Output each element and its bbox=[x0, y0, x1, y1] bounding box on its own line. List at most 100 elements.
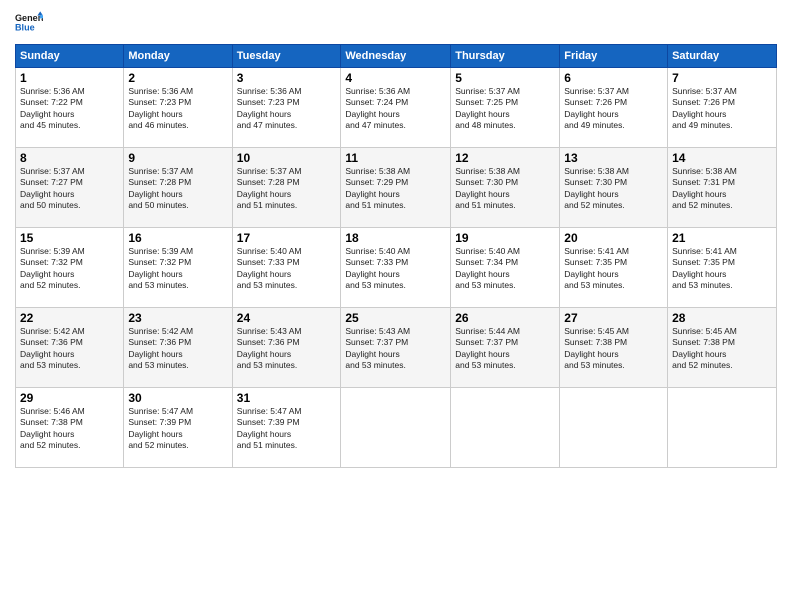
logo-icon: General Blue bbox=[15, 10, 43, 38]
day-number: 26 bbox=[455, 311, 555, 325]
day-detail: Sunrise: 5:37 AMSunset: 7:26 PMDaylight … bbox=[672, 86, 737, 130]
calendar-cell: 26 Sunrise: 5:44 AMSunset: 7:37 PMDaylig… bbox=[451, 308, 560, 388]
day-detail: Sunrise: 5:39 AMSunset: 7:32 PMDaylight … bbox=[20, 246, 85, 290]
day-number: 13 bbox=[564, 151, 663, 165]
calendar-cell: 18 Sunrise: 5:40 AMSunset: 7:33 PMDaylig… bbox=[341, 228, 451, 308]
day-number: 31 bbox=[237, 391, 337, 405]
day-detail: Sunrise: 5:36 AMSunset: 7:23 PMDaylight … bbox=[237, 86, 302, 130]
day-detail: Sunrise: 5:45 AMSunset: 7:38 PMDaylight … bbox=[564, 326, 629, 370]
weekday-header-monday: Monday bbox=[124, 45, 232, 68]
weekday-header-tuesday: Tuesday bbox=[232, 45, 341, 68]
day-detail: Sunrise: 5:37 AMSunset: 7:25 PMDaylight … bbox=[455, 86, 520, 130]
day-number: 6 bbox=[564, 71, 663, 85]
day-detail: Sunrise: 5:47 AMSunset: 7:39 PMDaylight … bbox=[237, 406, 302, 450]
day-number: 10 bbox=[237, 151, 337, 165]
day-number: 11 bbox=[345, 151, 446, 165]
day-number: 30 bbox=[128, 391, 227, 405]
weekday-header-wednesday: Wednesday bbox=[341, 45, 451, 68]
weekday-header-saturday: Saturday bbox=[668, 45, 777, 68]
day-detail: Sunrise: 5:43 AMSunset: 7:37 PMDaylight … bbox=[345, 326, 410, 370]
calendar-cell: 3 Sunrise: 5:36 AMSunset: 7:23 PMDayligh… bbox=[232, 68, 341, 148]
day-detail: Sunrise: 5:42 AMSunset: 7:36 PMDaylight … bbox=[20, 326, 85, 370]
weekday-header-sunday: Sunday bbox=[16, 45, 124, 68]
day-detail: Sunrise: 5:37 AMSunset: 7:26 PMDaylight … bbox=[564, 86, 629, 130]
calendar-cell: 22 Sunrise: 5:42 AMSunset: 7:36 PMDaylig… bbox=[16, 308, 124, 388]
day-detail: Sunrise: 5:45 AMSunset: 7:38 PMDaylight … bbox=[672, 326, 737, 370]
calendar-cell: 21 Sunrise: 5:41 AMSunset: 7:35 PMDaylig… bbox=[668, 228, 777, 308]
day-number: 3 bbox=[237, 71, 337, 85]
week-row-4: 22 Sunrise: 5:42 AMSunset: 7:36 PMDaylig… bbox=[16, 308, 777, 388]
day-number: 25 bbox=[345, 311, 446, 325]
calendar-cell: 17 Sunrise: 5:40 AMSunset: 7:33 PMDaylig… bbox=[232, 228, 341, 308]
calendar-cell: 29 Sunrise: 5:46 AMSunset: 7:38 PMDaylig… bbox=[16, 388, 124, 468]
calendar-cell: 25 Sunrise: 5:43 AMSunset: 7:37 PMDaylig… bbox=[341, 308, 451, 388]
calendar-cell: 1 Sunrise: 5:36 AMSunset: 7:22 PMDayligh… bbox=[16, 68, 124, 148]
day-detail: Sunrise: 5:40 AMSunset: 7:34 PMDaylight … bbox=[455, 246, 520, 290]
day-number: 27 bbox=[564, 311, 663, 325]
day-number: 1 bbox=[20, 71, 119, 85]
calendar-cell: 16 Sunrise: 5:39 AMSunset: 7:32 PMDaylig… bbox=[124, 228, 232, 308]
day-number: 18 bbox=[345, 231, 446, 245]
day-detail: Sunrise: 5:41 AMSunset: 7:35 PMDaylight … bbox=[564, 246, 629, 290]
day-detail: Sunrise: 5:46 AMSunset: 7:38 PMDaylight … bbox=[20, 406, 85, 450]
calendar-cell: 8 Sunrise: 5:37 AMSunset: 7:27 PMDayligh… bbox=[16, 148, 124, 228]
day-detail: Sunrise: 5:36 AMSunset: 7:23 PMDaylight … bbox=[128, 86, 193, 130]
day-number: 28 bbox=[672, 311, 772, 325]
day-number: 9 bbox=[128, 151, 227, 165]
calendar-cell: 7 Sunrise: 5:37 AMSunset: 7:26 PMDayligh… bbox=[668, 68, 777, 148]
day-detail: Sunrise: 5:37 AMSunset: 7:28 PMDaylight … bbox=[237, 166, 302, 210]
day-detail: Sunrise: 5:38 AMSunset: 7:30 PMDaylight … bbox=[455, 166, 520, 210]
day-detail: Sunrise: 5:40 AMSunset: 7:33 PMDaylight … bbox=[237, 246, 302, 290]
day-detail: Sunrise: 5:36 AMSunset: 7:24 PMDaylight … bbox=[345, 86, 410, 130]
day-detail: Sunrise: 5:42 AMSunset: 7:36 PMDaylight … bbox=[128, 326, 193, 370]
calendar-table: SundayMondayTuesdayWednesdayThursdayFrid… bbox=[15, 44, 777, 468]
page: General Blue SundayMondayTuesdayWednesda… bbox=[0, 0, 792, 612]
week-row-3: 15 Sunrise: 5:39 AMSunset: 7:32 PMDaylig… bbox=[16, 228, 777, 308]
day-number: 5 bbox=[455, 71, 555, 85]
day-detail: Sunrise: 5:40 AMSunset: 7:33 PMDaylight … bbox=[345, 246, 410, 290]
day-number: 14 bbox=[672, 151, 772, 165]
day-detail: Sunrise: 5:37 AMSunset: 7:27 PMDaylight … bbox=[20, 166, 85, 210]
calendar-cell bbox=[560, 388, 668, 468]
day-detail: Sunrise: 5:41 AMSunset: 7:35 PMDaylight … bbox=[672, 246, 737, 290]
day-detail: Sunrise: 5:38 AMSunset: 7:31 PMDaylight … bbox=[672, 166, 737, 210]
calendar-cell: 12 Sunrise: 5:38 AMSunset: 7:30 PMDaylig… bbox=[451, 148, 560, 228]
day-number: 24 bbox=[237, 311, 337, 325]
day-number: 2 bbox=[128, 71, 227, 85]
calendar-cell: 10 Sunrise: 5:37 AMSunset: 7:28 PMDaylig… bbox=[232, 148, 341, 228]
day-detail: Sunrise: 5:38 AMSunset: 7:30 PMDaylight … bbox=[564, 166, 629, 210]
weekday-header-friday: Friday bbox=[560, 45, 668, 68]
calendar-cell: 2 Sunrise: 5:36 AMSunset: 7:23 PMDayligh… bbox=[124, 68, 232, 148]
day-number: 7 bbox=[672, 71, 772, 85]
logo: General Blue bbox=[15, 10, 43, 38]
week-row-5: 29 Sunrise: 5:46 AMSunset: 7:38 PMDaylig… bbox=[16, 388, 777, 468]
calendar-cell bbox=[341, 388, 451, 468]
day-number: 15 bbox=[20, 231, 119, 245]
calendar-cell: 11 Sunrise: 5:38 AMSunset: 7:29 PMDaylig… bbox=[341, 148, 451, 228]
calendar-cell: 31 Sunrise: 5:47 AMSunset: 7:39 PMDaylig… bbox=[232, 388, 341, 468]
weekday-header-thursday: Thursday bbox=[451, 45, 560, 68]
svg-text:Blue: Blue bbox=[15, 22, 35, 32]
calendar-cell: 14 Sunrise: 5:38 AMSunset: 7:31 PMDaylig… bbox=[668, 148, 777, 228]
day-number: 16 bbox=[128, 231, 227, 245]
day-detail: Sunrise: 5:44 AMSunset: 7:37 PMDaylight … bbox=[455, 326, 520, 370]
day-number: 4 bbox=[345, 71, 446, 85]
calendar-cell: 24 Sunrise: 5:43 AMSunset: 7:36 PMDaylig… bbox=[232, 308, 341, 388]
day-detail: Sunrise: 5:39 AMSunset: 7:32 PMDaylight … bbox=[128, 246, 193, 290]
week-row-2: 8 Sunrise: 5:37 AMSunset: 7:27 PMDayligh… bbox=[16, 148, 777, 228]
day-detail: Sunrise: 5:37 AMSunset: 7:28 PMDaylight … bbox=[128, 166, 193, 210]
calendar-cell: 9 Sunrise: 5:37 AMSunset: 7:28 PMDayligh… bbox=[124, 148, 232, 228]
calendar-cell: 19 Sunrise: 5:40 AMSunset: 7:34 PMDaylig… bbox=[451, 228, 560, 308]
day-number: 12 bbox=[455, 151, 555, 165]
day-detail: Sunrise: 5:43 AMSunset: 7:36 PMDaylight … bbox=[237, 326, 302, 370]
day-number: 21 bbox=[672, 231, 772, 245]
day-detail: Sunrise: 5:38 AMSunset: 7:29 PMDaylight … bbox=[345, 166, 410, 210]
calendar-cell: 27 Sunrise: 5:45 AMSunset: 7:38 PMDaylig… bbox=[560, 308, 668, 388]
day-detail: Sunrise: 5:47 AMSunset: 7:39 PMDaylight … bbox=[128, 406, 193, 450]
day-number: 8 bbox=[20, 151, 119, 165]
day-number: 19 bbox=[455, 231, 555, 245]
day-detail: Sunrise: 5:36 AMSunset: 7:22 PMDaylight … bbox=[20, 86, 85, 130]
weekday-header-row: SundayMondayTuesdayWednesdayThursdayFrid… bbox=[16, 45, 777, 68]
calendar-cell bbox=[668, 388, 777, 468]
header: General Blue bbox=[15, 10, 777, 38]
